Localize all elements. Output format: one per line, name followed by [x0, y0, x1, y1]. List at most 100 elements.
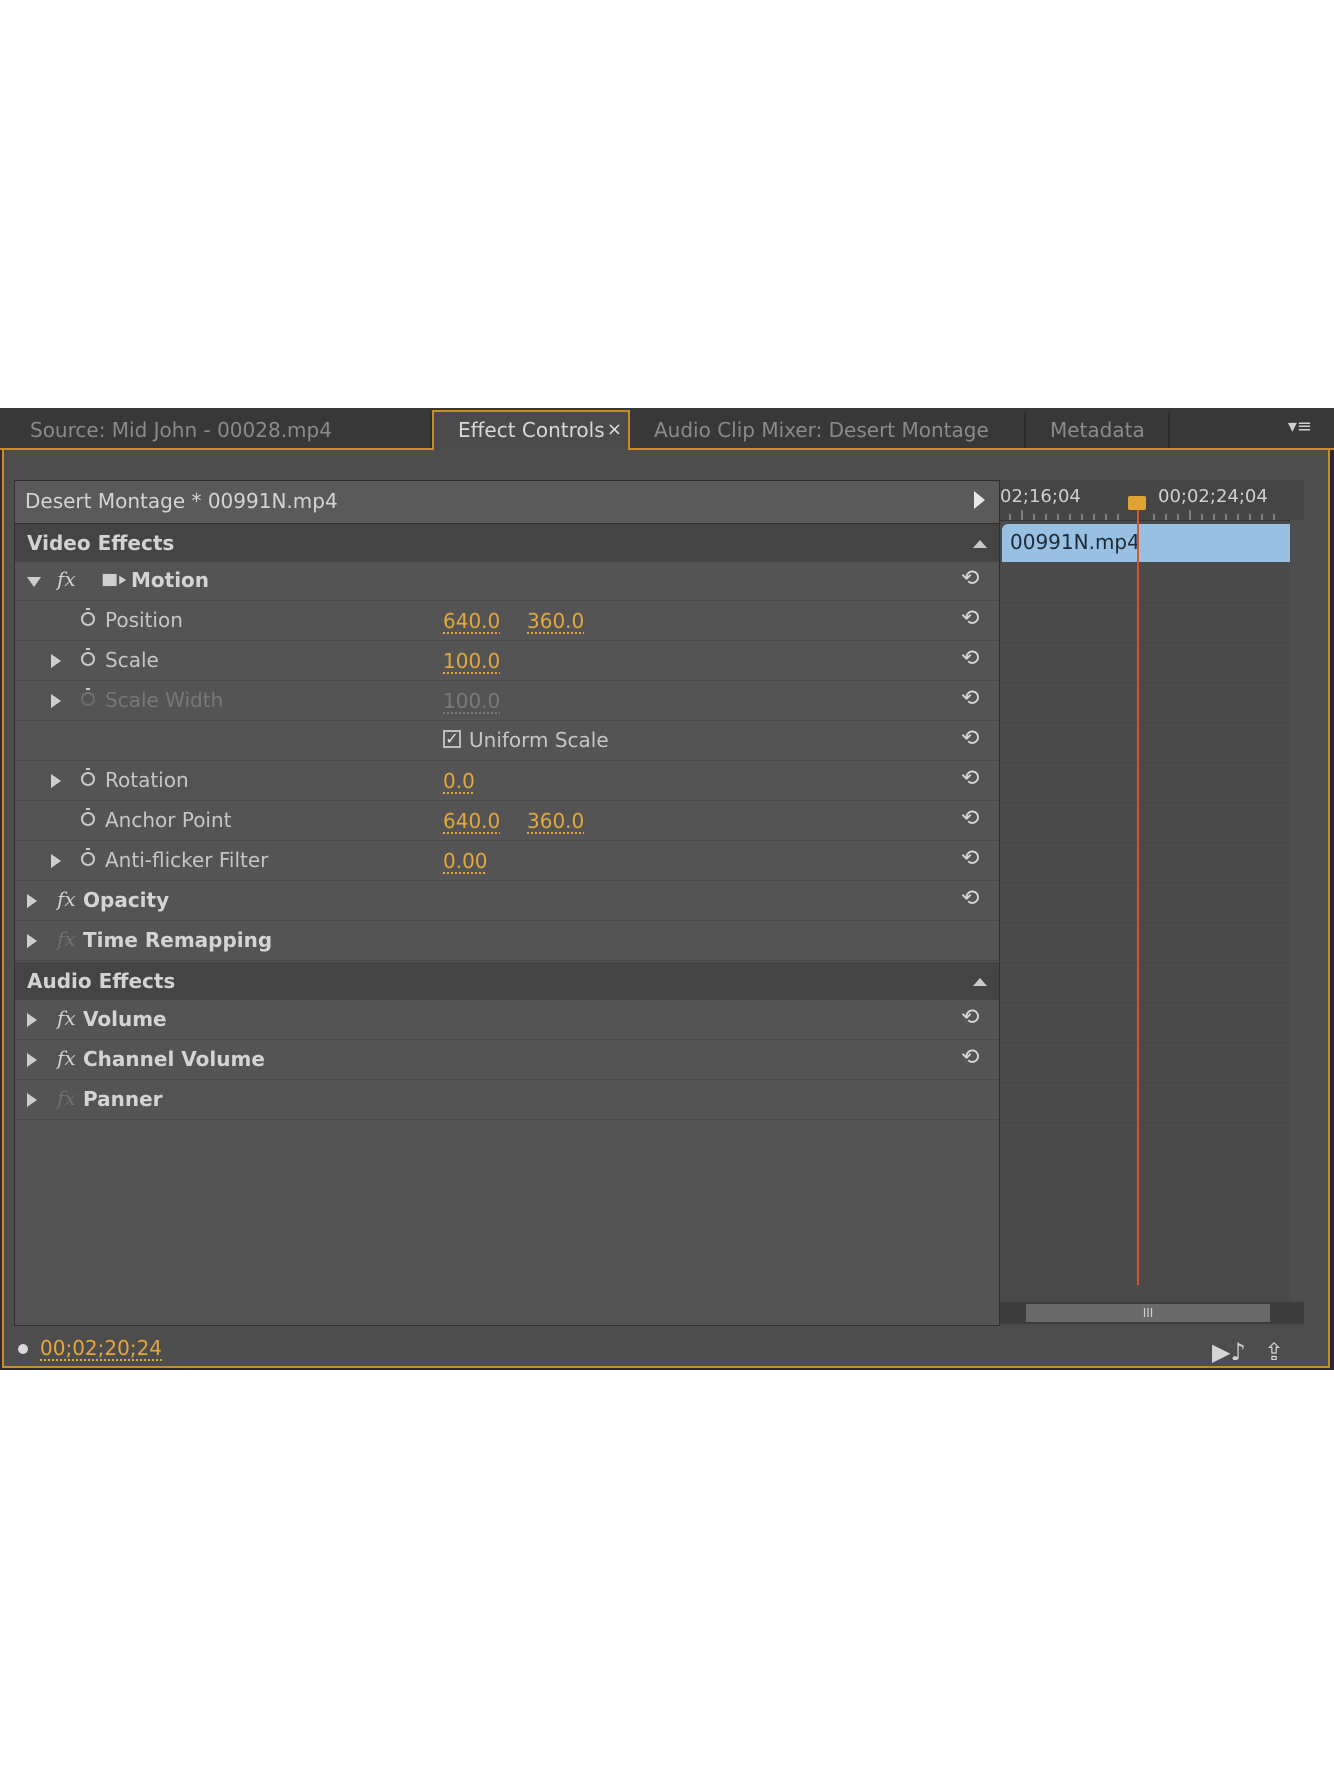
scale-width-value: 100.0: [443, 689, 501, 713]
reset-icon[interactable]: ⟲: [961, 566, 979, 592]
effect-row-motion[interactable]: fx Motion ⟲: [15, 562, 999, 601]
timeline-row: [1000, 923, 1304, 963]
position-y-value[interactable]: 360.0: [527, 609, 584, 633]
tab-effect-controls-label: Effect Controls: [458, 418, 605, 442]
param-row-anti-flicker: Anti-flicker Filter 0.00 ⟲: [15, 842, 999, 881]
effect-row-channel-volume[interactable]: fx Channel Volume ⟲: [15, 1041, 999, 1080]
expand-right-icon[interactable]: [51, 774, 61, 788]
stopwatch-icon[interactable]: [81, 848, 95, 866]
rotation-value[interactable]: 0.0: [443, 769, 475, 793]
effects-list: Desert Montage * 00991N.mp4 Video Effect…: [14, 480, 1000, 1326]
panel-body: Desert Montage * 00991N.mp4 Video Effect…: [2, 450, 1330, 1368]
reset-icon[interactable]: ⟲: [961, 806, 979, 832]
stopwatch-icon: [81, 688, 95, 706]
rotation-label: Rotation: [105, 768, 189, 792]
timecode-indicator-icon: [18, 1344, 28, 1354]
anti-flicker-value[interactable]: 0.00: [443, 849, 488, 873]
reset-icon[interactable]: ⟲: [961, 766, 979, 792]
expand-down-icon[interactable]: [27, 577, 41, 587]
ruler-tick-label: 02;16;04: [1000, 486, 1081, 507]
clip-header-title: Desert Montage * 00991N.mp4: [25, 489, 338, 513]
show-timeline-play-icon[interactable]: [974, 491, 985, 509]
tab-metadata[interactable]: Metadata: [1026, 412, 1170, 448]
reset-icon[interactable]: ⟲: [961, 686, 979, 712]
reset-icon[interactable]: ⟲: [961, 1045, 979, 1071]
close-icon[interactable]: ×: [607, 412, 622, 448]
tab-audio-clip-mixer-label: Audio Clip Mixer: Desert Montage: [654, 418, 989, 442]
fx-icon[interactable]: fx: [57, 1006, 76, 1030]
tab-audio-clip-mixer[interactable]: Audio Clip Mixer: Desert Montage: [630, 412, 1026, 448]
scale-value[interactable]: 100.0: [443, 649, 500, 673]
anti-flicker-label: Anti-flicker Filter: [105, 848, 269, 872]
fx-icon[interactable]: fx: [57, 567, 76, 591]
panel-menu-icon[interactable]: ▾≡: [1288, 418, 1312, 436]
timeline-row: [1000, 843, 1304, 883]
expand-right-icon[interactable]: [27, 934, 37, 948]
tab-source-label: Source: Mid John - 00028.mp4: [30, 418, 332, 442]
effect-row-time-remapping[interactable]: fx Time Remapping: [15, 922, 999, 961]
play-audio-only-icon[interactable]: ▶♪: [1212, 1338, 1246, 1366]
effect-timeline: 02;16;04 00;02;24;04 00991N.mp4 III: [1000, 480, 1304, 1326]
effect-row-volume[interactable]: fx Volume ⟲: [15, 1001, 999, 1040]
collapse-up-icon[interactable]: [973, 978, 987, 986]
reset-icon[interactable]: ⟲: [961, 606, 979, 632]
video-effects-header[interactable]: Video Effects: [15, 524, 999, 562]
fx-icon: fx: [57, 927, 76, 951]
param-row-anchor-point: Anchor Point 640.0 360.0 ⟲: [15, 802, 999, 841]
anchor-x-value[interactable]: 640.0: [443, 809, 500, 833]
timeline-row: [1000, 723, 1304, 763]
panel-menu-glyph: ≡: [1296, 416, 1312, 437]
fx-icon[interactable]: fx: [57, 1046, 76, 1070]
timeline-row: [1000, 643, 1304, 683]
video-effects-title: Video Effects: [27, 531, 175, 555]
expand-right-icon[interactable]: [27, 1013, 37, 1027]
audio-effects-header[interactable]: Audio Effects: [15, 962, 999, 1000]
expand-right-icon[interactable]: [51, 694, 61, 708]
collapse-up-icon[interactable]: [973, 540, 987, 548]
scroll-thumb[interactable]: III: [1026, 1304, 1270, 1322]
effect-row-opacity[interactable]: fx Opacity ⟲: [15, 882, 999, 921]
anchor-y-value[interactable]: 360.0: [527, 809, 584, 833]
tab-bar: Source: Mid John - 00028.mp4 Effect Cont…: [0, 408, 1334, 450]
stopwatch-icon[interactable]: [81, 648, 95, 666]
tab-source[interactable]: Source: Mid John - 00028.mp4: [6, 412, 432, 448]
reset-icon[interactable]: ⟲: [961, 1005, 979, 1031]
effect-row-panner[interactable]: fx Panner: [15, 1081, 999, 1120]
tab-metadata-label: Metadata: [1050, 418, 1145, 442]
playhead-line[interactable]: [1137, 500, 1139, 1285]
effect-controls-panel: Source: Mid John - 00028.mp4 Effect Cont…: [0, 408, 1334, 1370]
clip-header: Desert Montage * 00991N.mp4: [15, 481, 999, 524]
expand-right-icon[interactable]: [51, 654, 61, 668]
position-x-value[interactable]: 640.0: [443, 609, 500, 633]
timeline-row: [1000, 1003, 1304, 1043]
timeline-clip[interactable]: 00991N.mp4: [1002, 524, 1296, 562]
reset-icon[interactable]: ⟲: [961, 886, 979, 912]
current-timecode[interactable]: 00;02;20;24: [40, 1336, 162, 1360]
uniform-scale-checkbox[interactable]: ✓: [443, 730, 461, 748]
reset-icon[interactable]: ⟲: [961, 726, 979, 752]
param-row-rotation: Rotation 0.0 ⟲: [15, 762, 999, 801]
stopwatch-icon[interactable]: [81, 608, 95, 626]
tab-effect-controls[interactable]: Effect Controls ×: [432, 410, 630, 450]
export-icon[interactable]: ⇪: [1264, 1338, 1284, 1366]
opacity-label: Opacity: [83, 888, 170, 912]
vertical-scrollbar[interactable]: [1290, 520, 1304, 1300]
reset-icon[interactable]: ⟲: [961, 646, 979, 672]
reset-icon[interactable]: ⟲: [961, 846, 979, 872]
playhead-handle[interactable]: [1128, 496, 1146, 510]
expand-right-icon[interactable]: [27, 1053, 37, 1067]
timeline-row: [1000, 803, 1304, 843]
expand-right-icon[interactable]: [27, 894, 37, 908]
time-ruler[interactable]: 02;16;04 00;02;24;04: [1000, 480, 1304, 521]
motion-transform-icon[interactable]: [101, 570, 127, 590]
horizontal-scrollbar[interactable]: III: [1000, 1302, 1304, 1324]
expand-right-icon[interactable]: [51, 854, 61, 868]
fx-icon[interactable]: fx: [57, 887, 76, 911]
stopwatch-icon[interactable]: [81, 808, 95, 826]
stopwatch-icon[interactable]: [81, 768, 95, 786]
timeline-row: [1000, 883, 1304, 923]
timeline-row: [1000, 1083, 1304, 1123]
channel-volume-label: Channel Volume: [83, 1047, 265, 1071]
scale-width-label: Scale Width: [105, 688, 224, 712]
expand-right-icon[interactable]: [27, 1093, 37, 1107]
